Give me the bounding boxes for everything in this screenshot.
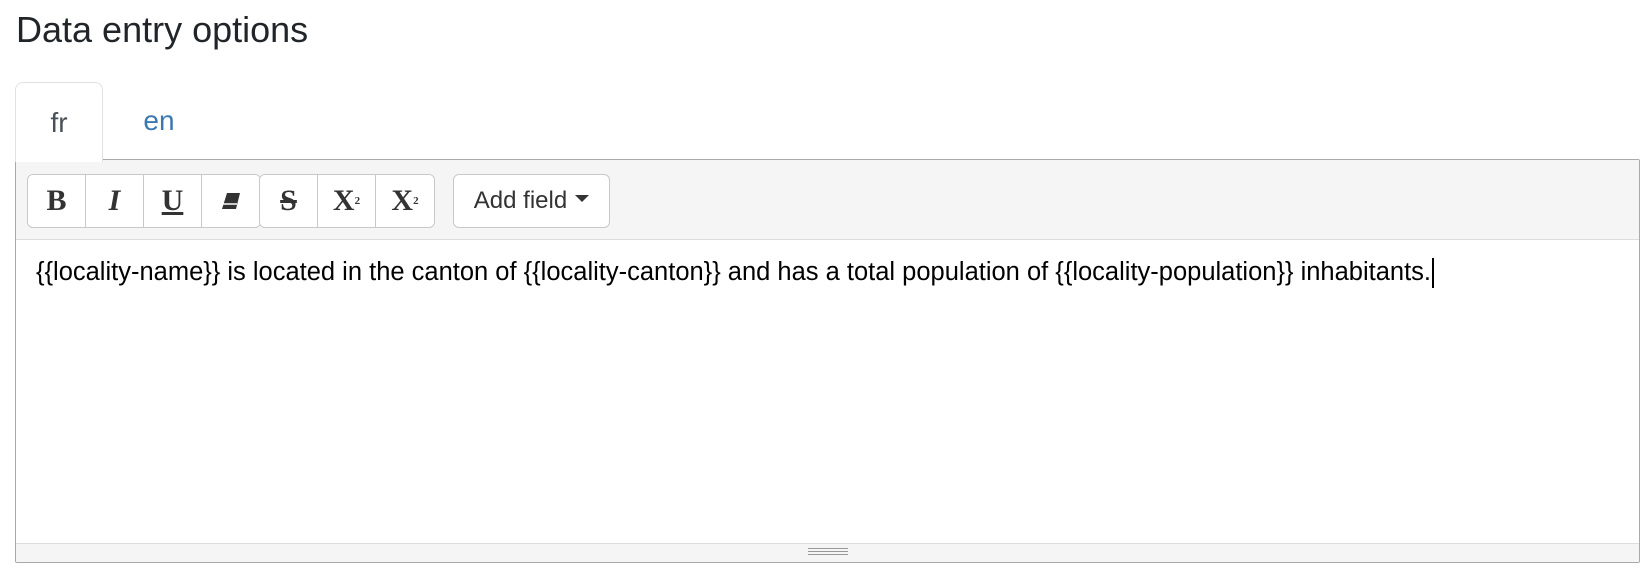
clear-format-button[interactable] bbox=[202, 175, 260, 227]
add-field-dropdown[interactable]: Add field bbox=[453, 174, 610, 228]
superscript-button[interactable]: X2 bbox=[318, 175, 376, 227]
subscript-marker: 2 bbox=[413, 195, 419, 207]
subscript-button[interactable]: X2 bbox=[376, 175, 434, 227]
text-cursor bbox=[1432, 258, 1435, 289]
superscript-label: X bbox=[332, 184, 355, 217]
language-tabs: fr en bbox=[15, 82, 203, 162]
editor-statusbar bbox=[16, 543, 1639, 562]
rich-text-editor: B I U S X2 X2 Add field {{locality-name}… bbox=[15, 159, 1640, 563]
add-field-label: Add field bbox=[473, 187, 568, 214]
editor-toolbar: B I U S X2 X2 Add field bbox=[16, 160, 1639, 240]
resize-handle[interactable] bbox=[807, 548, 848, 557]
superscript-marker: 2 bbox=[354, 195, 361, 207]
editor-content[interactable]: {{locality-name}} is located in the cant… bbox=[36, 252, 1529, 293]
italic-button[interactable]: I bbox=[86, 175, 144, 227]
tab-fr[interactable]: fr bbox=[15, 82, 103, 162]
underline-button[interactable]: U bbox=[144, 175, 202, 227]
eraser-icon bbox=[222, 193, 240, 209]
script-style-group: S X2 X2 bbox=[259, 174, 435, 228]
font-style-group: B I U bbox=[27, 174, 261, 228]
tab-en[interactable]: en bbox=[115, 82, 203, 160]
section-title: Data entry options bbox=[16, 9, 309, 50]
caret-down-icon bbox=[575, 194, 590, 202]
editor-text: {{locality-name}} is located in the cant… bbox=[36, 258, 1432, 286]
strikethrough-button[interactable]: S bbox=[260, 175, 318, 227]
subscript-label: X bbox=[391, 184, 414, 217]
bold-button[interactable]: B bbox=[28, 175, 86, 227]
